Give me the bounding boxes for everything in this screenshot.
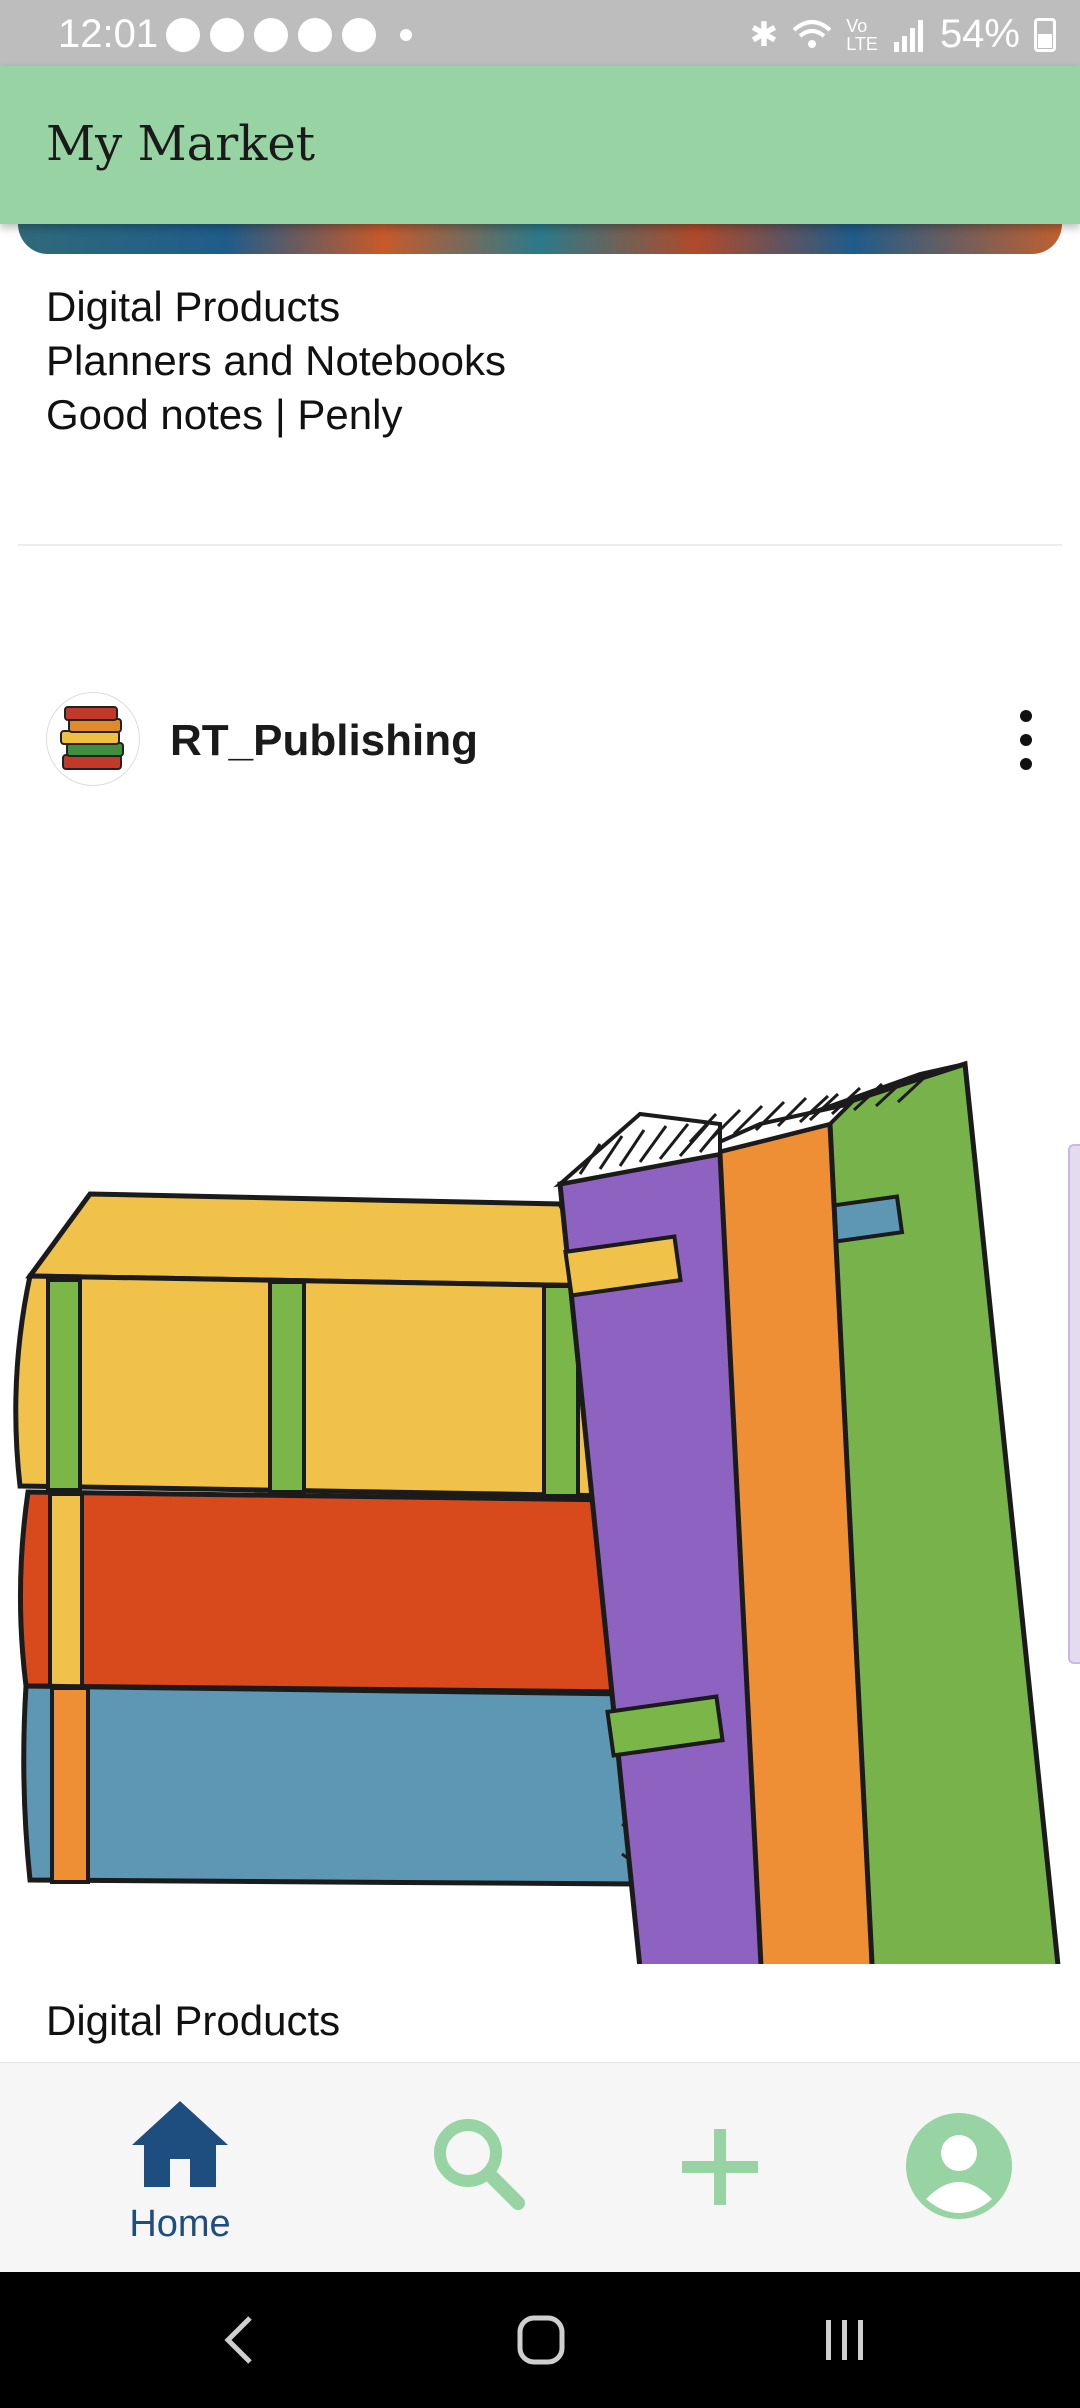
notification-icons (166, 18, 412, 52)
scrollbar-thumb[interactable] (1068, 1144, 1080, 1664)
dot-icon (400, 29, 412, 41)
caption-line: Digital Products (46, 283, 341, 330)
bottom-navigation: Home (0, 2062, 1080, 2272)
previous-post-image[interactable] (18, 224, 1062, 254)
pinterest-icon (210, 18, 244, 52)
post-image[interactable] (0, 824, 1080, 2062)
post-divider (18, 544, 1062, 546)
nav-profile[interactable] (860, 2063, 1060, 2273)
battery-icon (1034, 17, 1056, 52)
battery-percent: 54% (939, 12, 1020, 56)
nav-search[interactable] (378, 2063, 578, 2273)
volte-icon: Vo LTE (846, 15, 878, 54)
caption-line: Planners and Notebooks (46, 337, 506, 384)
gear-icon (166, 18, 200, 52)
skype-icon (342, 18, 376, 52)
add-icon (682, 2129, 758, 2205)
post-author[interactable]: RT_Publishing (170, 716, 478, 766)
recents-icon[interactable] (820, 2312, 870, 2368)
snapchat-icon (298, 18, 332, 52)
nav-home[interactable]: Home (80, 2063, 280, 2273)
status-time: 12:01 (58, 12, 159, 56)
missed-call-icon (254, 18, 288, 52)
home-icon (132, 2101, 228, 2187)
caption-line: Digital Products (46, 1997, 341, 2044)
feed[interactable]: Digital Products Planners and Notebooks … (0, 224, 1080, 2062)
signal-icon (893, 19, 923, 52)
book-stack-icon[interactable] (46, 692, 140, 786)
profile-icon (906, 2113, 1012, 2219)
post-header: RT_Publishing (0, 684, 1080, 794)
app-title: My Market (46, 116, 316, 172)
nav-home-label: Home (129, 2203, 231, 2245)
previous-post-caption: Digital Products Planners and Notebooks … (46, 280, 506, 442)
wifi-icon (792, 19, 832, 48)
home-circle-icon[interactable] (516, 2312, 566, 2368)
back-icon[interactable] (220, 2312, 260, 2368)
post-caption: Digital Products (46, 1994, 340, 2048)
system-navigation-bar (0, 2272, 1080, 2408)
status-bar: 12:01 ✱ Vo LTE 54% (0, 0, 1080, 66)
caption-line: Good notes | Penly (46, 391, 403, 438)
bluetooth-icon: ✱ (749, 15, 779, 54)
more-options-icon[interactable] (1016, 710, 1036, 770)
nav-add[interactable] (620, 2063, 820, 2273)
system-status-icons: ✱ Vo LTE 54% (750, 12, 1056, 57)
search-icon (434, 2119, 525, 2210)
app-bar: My Market (0, 66, 1080, 224)
books-illustration (13, 1060, 1065, 2062)
